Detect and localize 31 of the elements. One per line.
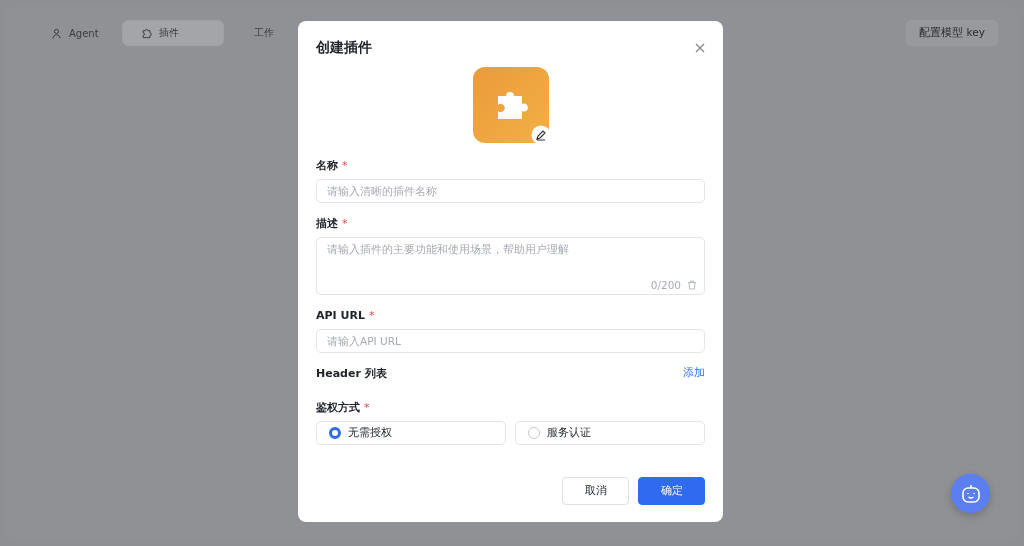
nav-tab[interactable]: 插件 (122, 20, 224, 46)
nav-tab[interactable]: 工作 (228, 20, 288, 46)
cancel-button[interactable]: 取消 (562, 477, 629, 505)
robot-icon (959, 482, 982, 505)
char-counter: 0/200 (650, 279, 681, 291)
trash-icon[interactable] (687, 280, 697, 290)
puzzle-icon (141, 27, 152, 39)
radio-option[interactable]: 服务认证 (515, 421, 705, 445)
edit-icon[interactable] (530, 125, 551, 145)
person-icon (51, 27, 62, 39)
field-label: 鉴权方式 (316, 401, 360, 414)
required-mark: * (364, 401, 370, 414)
text-input-field[interactable]: 请输入API URL (316, 329, 705, 353)
required-mark: * (342, 217, 348, 230)
nav-tab[interactable]: Agent (32, 20, 118, 46)
text-input-field[interactable]: 请输入清晰的插件名称 (316, 179, 705, 203)
radio-icon[interactable] (528, 427, 540, 439)
field-label: Header 列表 (316, 367, 387, 380)
field-label: API URL (316, 309, 365, 322)
radio-icon[interactable] (329, 427, 341, 439)
config-model-key-button[interactable]: 配置模型 key (906, 20, 998, 46)
confirm-button[interactable]: 确定 (638, 477, 705, 505)
close-icon[interactable] (695, 43, 705, 53)
puzzle-logo-icon (472, 67, 549, 143)
required-mark: * (342, 159, 348, 172)
field-label: 描述 (316, 217, 338, 230)
required-mark: * (368, 309, 375, 322)
field-label: 名称 (316, 159, 338, 172)
add-link[interactable]: 添加 (683, 366, 705, 380)
dialog-title: 创建插件 (316, 39, 372, 57)
radio-option[interactable]: 无需授权 (316, 421, 506, 445)
